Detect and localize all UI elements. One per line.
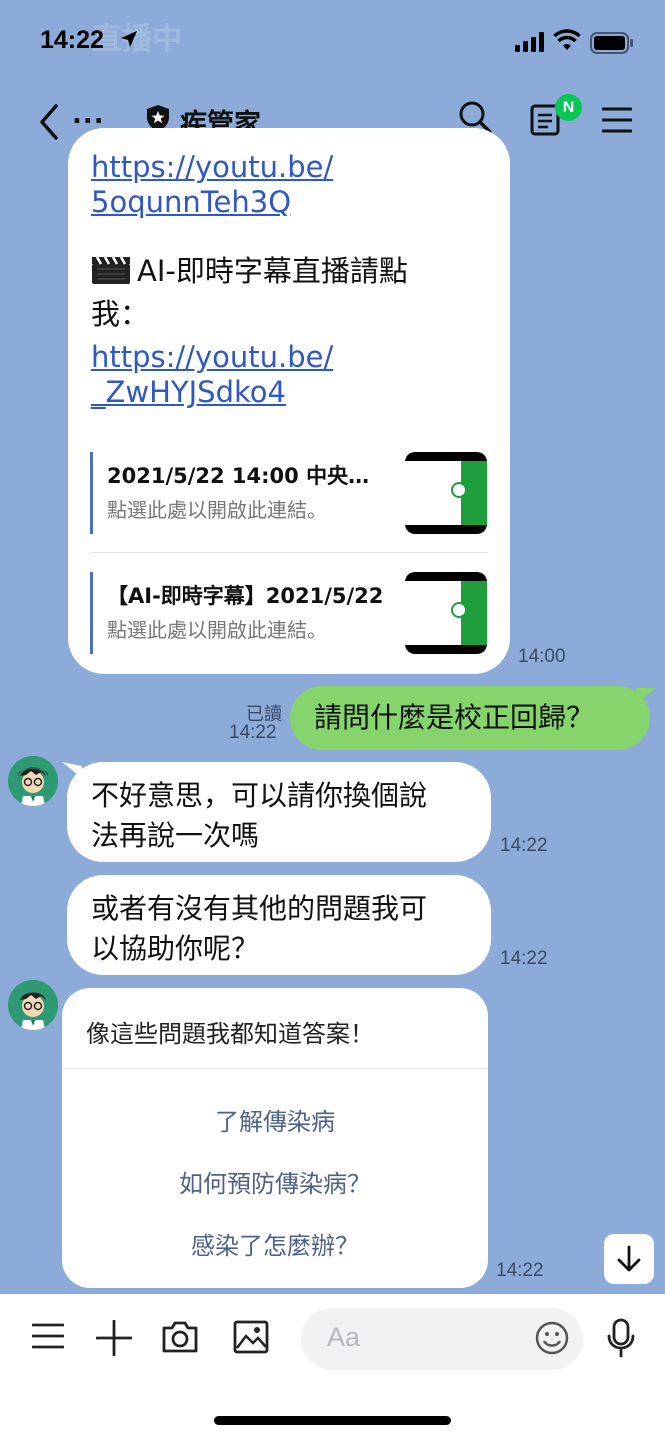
preview-title: 2021/5/22 14:00 中央流行疫情指揮中心 xyxy=(107,464,389,488)
bot-message-line-1: 不好意思，可以請你換個說 xyxy=(91,779,428,812)
youtube-link-2[interactable]: https://youtu.be/ _ZwHYJSdko4 xyxy=(91,340,491,410)
link-2-part-2[interactable]: _ZwHYJSdko4 xyxy=(91,375,286,409)
preview-subtitle: 點選此處以開啟此連結。 xyxy=(107,498,327,522)
quick-reply-header: 像這些問題我都知道答案！ xyxy=(86,1020,374,1048)
quick-reply-card: 像這些問題我都知道答案！ 了解傳染病 如何預防傳染病？ 感染了怎麼辦？ xyxy=(62,988,488,1288)
bot-avatar[interactable] xyxy=(8,980,58,1030)
camera-icon[interactable] xyxy=(161,1320,199,1354)
preview-divider xyxy=(90,552,488,553)
preview-accent-bar xyxy=(90,572,93,654)
message-time: 14:22 xyxy=(496,1260,544,1281)
bot-message-bubble[interactable]: 不好意思，可以請你換個說 法再說一次嗎 xyxy=(67,762,491,862)
menu-icon[interactable] xyxy=(602,106,632,134)
image-icon[interactable] xyxy=(233,1320,269,1354)
scroll-to-bottom-button[interactable] xyxy=(604,1234,654,1284)
location-arrow-icon xyxy=(121,31,137,47)
link-preview-1[interactable]: 2021/5/22 14:00 中央流行疫情指揮中心 點選此處以開啟此連結。 xyxy=(90,452,488,538)
bubble-tail xyxy=(636,688,656,704)
preview-accent-bar xyxy=(90,452,93,534)
ai-caption-text: AI-即時字幕直播請點 我： xyxy=(91,250,491,336)
quick-reply-divider xyxy=(62,1068,488,1069)
message-input-placeholder: Aa xyxy=(327,1322,361,1352)
link-preview-2[interactable]: 【AI-即時字幕】2021/5/22 點選此處以開啟此連結。 xyxy=(90,572,488,658)
microphone-icon[interactable] xyxy=(606,1318,636,1358)
cellular-signal-icon xyxy=(515,32,544,52)
message-input[interactable]: Aa xyxy=(301,1308,583,1370)
bot-message-line-2: 以協助你呢？ xyxy=(91,932,260,965)
link-2-part-1[interactable]: https://youtu.be/ xyxy=(91,340,333,374)
preview-thumbnail xyxy=(405,452,487,534)
cdc-logo-icon xyxy=(451,602,467,618)
message-time: 14:22 xyxy=(500,948,548,969)
quick-reply-option[interactable]: 感染了怎麼辦？ xyxy=(62,1226,488,1261)
plus-icon[interactable] xyxy=(96,1320,132,1356)
preview-title: 【AI-即時字幕】2021/5/22 xyxy=(107,584,384,608)
bot-avatar[interactable] xyxy=(8,756,58,806)
preview-subtitle: 點選此處以開啟此連結。 xyxy=(107,618,327,642)
back-chevron-icon[interactable] xyxy=(34,102,64,142)
preview-thumbnail xyxy=(405,572,487,654)
arrow-down-icon xyxy=(617,1245,641,1272)
ai-caption-line-1: AI-即時字幕直播請點 xyxy=(137,254,408,288)
status-time: 14:22 xyxy=(40,26,104,54)
bot-message-line-2: 法再說一次嗎 xyxy=(91,819,260,852)
link-1-part-1[interactable]: https://youtu.be/ xyxy=(91,150,333,184)
cdc-logo-icon xyxy=(451,482,467,498)
message-time: 14:22 xyxy=(229,722,277,743)
home-indicator xyxy=(214,1416,451,1425)
status-bar: 14:22 xyxy=(0,0,665,86)
new-badge: N xyxy=(555,94,582,121)
emoji-icon[interactable] xyxy=(535,1321,569,1355)
link-card-message: https://youtu.be/ 5oqunnTeh3Q AI-即時字幕直播請… xyxy=(68,128,510,674)
chat-count-dots[interactable]: ... xyxy=(72,100,105,130)
menu-icon[interactable] xyxy=(32,1322,64,1350)
quick-reply-option[interactable]: 了解傳染病 xyxy=(62,1102,488,1137)
ai-caption-line-2: 我： xyxy=(91,297,150,331)
message-time: 14:00 xyxy=(518,646,566,667)
sent-message-bubble[interactable]: 請問什麼是校正回歸？ xyxy=(290,686,650,750)
quick-reply-option[interactable]: 如何預防傳染病？ xyxy=(62,1164,488,1199)
link-1-part-2[interactable]: 5oqunnTeh3Q xyxy=(91,185,291,219)
youtube-link-1[interactable]: https://youtu.be/ 5oqunnTeh3Q xyxy=(91,150,491,220)
message-time: 14:22 xyxy=(500,835,548,856)
wifi-icon xyxy=(553,29,581,50)
battery-icon xyxy=(590,32,633,54)
clapperboard-icon xyxy=(92,256,130,284)
bot-message-bubble[interactable]: 或者有沒有其他的問題我可 以協助你呢？ xyxy=(67,875,491,975)
bot-message-line-1: 或者有沒有其他的問題我可 xyxy=(91,892,428,925)
